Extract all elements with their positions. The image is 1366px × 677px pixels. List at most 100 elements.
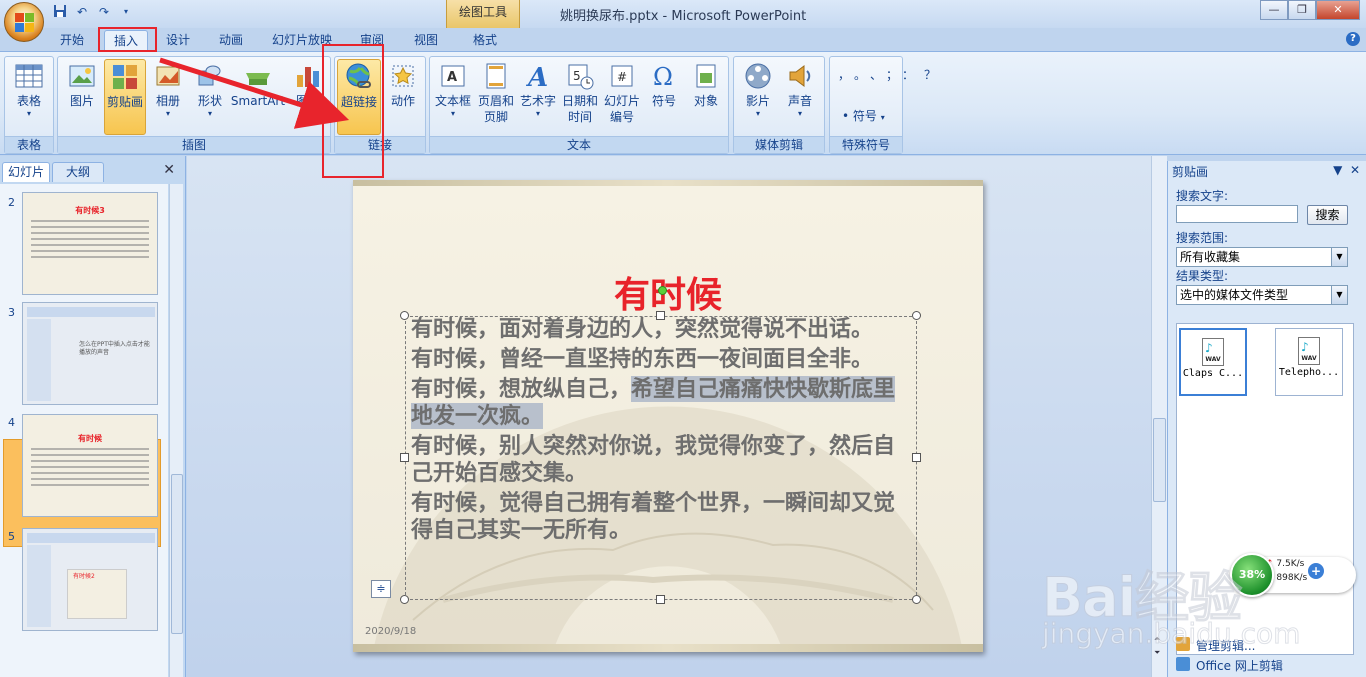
clipart-button[interactable]: 剪贴画 bbox=[104, 59, 146, 135]
textbox-button[interactable]: A 文本框 ▾ bbox=[432, 59, 474, 135]
result-item[interactable]: ♪ WAV Telepho... bbox=[1275, 328, 1343, 396]
paragraph: 有时候，想放纵自己，希望自己痛痛快快歇斯底里地发一次疯。 bbox=[411, 376, 896, 429]
scope-label: 搜索范围: bbox=[1176, 231, 1229, 245]
slide-scrollbar[interactable]: ⏶ ⏷ bbox=[1151, 156, 1167, 677]
resize-handle[interactable] bbox=[400, 595, 409, 604]
group-label-tables: 表格 bbox=[5, 136, 53, 153]
slides-panel-scrollbar[interactable] bbox=[169, 184, 183, 677]
tab-view[interactable]: 视图 bbox=[404, 30, 448, 52]
symbol-dropdown-button[interactable]: • 符号 ▾ bbox=[842, 107, 885, 124]
photo-album-button[interactable]: 相册 ▾ bbox=[148, 59, 188, 135]
close-icon[interactable]: ✕ bbox=[163, 162, 175, 178]
group-text: A 文本框 ▾ 页眉和 页脚 A 艺术字 ▾ 5 日期和 时间 # 幻灯片 编号… bbox=[429, 56, 729, 154]
clipart-results: ♪ WAV Claps C... ♪ WAV Telepho... bbox=[1176, 323, 1354, 655]
tab-slides[interactable]: 幻灯片 bbox=[2, 162, 50, 182]
movie-button[interactable]: 影片 ▾ bbox=[738, 59, 778, 135]
slide-body-text[interactable]: 有时候，面对着身边的人，突然觉得说不出话。 有时候，曾经一直坚持的东西一夜间面目… bbox=[411, 316, 911, 547]
office-logo-icon bbox=[15, 13, 35, 33]
slide-date: 2020/9/18 bbox=[365, 626, 417, 637]
date-time-button[interactable]: 5 日期和 时间 bbox=[560, 59, 600, 135]
slides-panel-tabs: 幻灯片 大纲 bbox=[2, 162, 182, 182]
wordart-button[interactable]: A 艺术字 ▾ bbox=[518, 59, 558, 135]
textbox-icon: A bbox=[438, 61, 468, 91]
scope-select[interactable]: 所有收藏集 ▼ bbox=[1176, 247, 1348, 267]
search-input[interactable] bbox=[1176, 205, 1298, 223]
pane-options-icon[interactable]: ▼ bbox=[1333, 163, 1342, 177]
symbol-button[interactable]: Ω 符号 bbox=[644, 59, 684, 135]
rotation-handle[interactable] bbox=[658, 286, 667, 295]
group-label-text: 文本 bbox=[430, 136, 728, 153]
task-pane-controls: ▼ ✕ bbox=[1333, 163, 1360, 177]
wav-file-icon: ♪ WAV bbox=[1202, 338, 1224, 366]
previous-slide-icon[interactable]: ⏶ bbox=[1154, 634, 1160, 644]
photo-album-icon bbox=[153, 61, 183, 91]
slide-title[interactable]: 有时候 bbox=[353, 266, 983, 318]
customize-qat-icon[interactable]: ▾ bbox=[118, 4, 134, 20]
slide-number-icon: # bbox=[607, 61, 637, 91]
search-label: 搜索文字: bbox=[1176, 189, 1229, 203]
close-icon[interactable]: ✕ bbox=[1350, 163, 1360, 177]
special-symbols-glyphs[interactable]: ，。、；：？ bbox=[838, 65, 936, 85]
window-controls: — ❐ ✕ bbox=[1260, 0, 1360, 20]
tab-animation[interactable]: 动画 bbox=[210, 30, 252, 52]
tab-design[interactable]: 设计 bbox=[158, 30, 198, 52]
resize-handle[interactable] bbox=[656, 595, 665, 604]
shapes-button[interactable]: 形状 ▾ bbox=[190, 59, 230, 135]
title-bar: ↶ ↷ ▾ 绘图工具 姚明换尿布.pptx - Microsoft PowerP… bbox=[0, 0, 1366, 28]
sound-button[interactable]: 声音 ▾ bbox=[780, 59, 820, 135]
save-icon[interactable] bbox=[52, 4, 68, 20]
window-title: 姚明换尿布.pptx - Microsoft PowerPoint bbox=[560, 9, 807, 24]
group-special-symbols: ，。、；：？ • 符号 ▾ 特殊符号 bbox=[829, 56, 936, 154]
slide-thumbnail-3[interactable]: 怎么在PPT中插入点击才能播放的声音 bbox=[22, 302, 158, 405]
movie-icon bbox=[743, 61, 773, 91]
table-button[interactable]: 表格 ▾ bbox=[7, 59, 51, 135]
resize-handle[interactable] bbox=[912, 453, 921, 462]
office-online-link[interactable]: Office 网上剪辑 bbox=[1196, 657, 1283, 674]
object-button[interactable]: 对象 bbox=[686, 59, 726, 135]
paragraph: 有时候，别人突然对你说，我觉得你变了，然后自己开始百感交集。 bbox=[411, 433, 896, 486]
close-icon[interactable]: ✕ bbox=[1316, 0, 1360, 20]
svg-text:#: # bbox=[617, 70, 627, 84]
action-button[interactable]: 动作 bbox=[383, 59, 423, 135]
drawing-tools-context-label: 绘图工具 bbox=[446, 0, 520, 28]
date-time-icon: 5 bbox=[565, 61, 595, 91]
symbol-icon: Ω bbox=[649, 61, 679, 91]
autofit-options-icon[interactable]: ≑ bbox=[371, 580, 391, 598]
network-speed-widget[interactable]: ↑ 7.5K/s ↓ 898K/s 38% + bbox=[1230, 553, 1356, 597]
paragraph: 有时候，觉得自己拥有着整个世界，一瞬间却又觉得自己其实一无所有。 bbox=[411, 490, 896, 543]
organize-clips-link[interactable]: 管理剪辑... bbox=[1196, 637, 1255, 654]
shapes-icon bbox=[195, 61, 225, 91]
resize-handle[interactable] bbox=[912, 595, 921, 604]
result-type-select[interactable]: 选中的媒体文件类型 ▼ bbox=[1176, 285, 1348, 305]
slide-canvas[interactable]: 有时候 有时候，面对着身边的人，突然觉得说不出话。 有时候，曾经一直坚持的东西一… bbox=[353, 180, 983, 652]
clipart-icon bbox=[110, 62, 140, 92]
resize-handle[interactable] bbox=[400, 311, 409, 320]
smartart-button[interactable]: SmartArt bbox=[230, 59, 286, 135]
slide-thumbnail-2[interactable]: 有时候3 bbox=[22, 192, 158, 295]
slide-number-button[interactable]: # 幻灯片 编号 bbox=[602, 59, 642, 135]
svg-text:A: A bbox=[447, 70, 457, 85]
tab-home[interactable]: 开始 bbox=[52, 30, 92, 52]
slide-thumbnail-5[interactable]: 有时候2 bbox=[22, 528, 158, 631]
next-slide-icon[interactable]: ⏷ bbox=[1154, 648, 1160, 658]
tab-outline[interactable]: 大纲 bbox=[52, 162, 104, 182]
redo-icon[interactable]: ↷ bbox=[96, 4, 112, 20]
header-footer-button[interactable]: 页眉和 页脚 bbox=[476, 59, 516, 135]
search-button[interactable]: 搜索 bbox=[1307, 205, 1348, 225]
result-item[interactable]: ♪ WAV Claps C... bbox=[1179, 328, 1247, 396]
office-button[interactable] bbox=[4, 2, 44, 42]
resize-handle[interactable] bbox=[912, 311, 921, 320]
office-online-icon bbox=[1176, 657, 1190, 671]
picture-button[interactable]: 图片 bbox=[62, 59, 102, 135]
bullet-icon: • bbox=[842, 109, 850, 123]
group-media: 影片 ▾ 声音 ▾ 媒体剪辑 bbox=[733, 56, 825, 154]
minimize-icon[interactable]: — bbox=[1260, 0, 1288, 20]
restore-icon[interactable]: ❐ bbox=[1288, 0, 1316, 20]
tab-format[interactable]: 格式 bbox=[462, 30, 508, 52]
undo-icon[interactable]: ↶ bbox=[74, 4, 90, 20]
slide-thumbnail-4[interactable]: 有时候 bbox=[22, 414, 158, 517]
add-icon[interactable]: + bbox=[1308, 563, 1324, 579]
annotation-box-hyperlink bbox=[322, 44, 384, 178]
resize-handle[interactable] bbox=[400, 453, 409, 462]
help-icon[interactable]: ? bbox=[1346, 32, 1360, 46]
